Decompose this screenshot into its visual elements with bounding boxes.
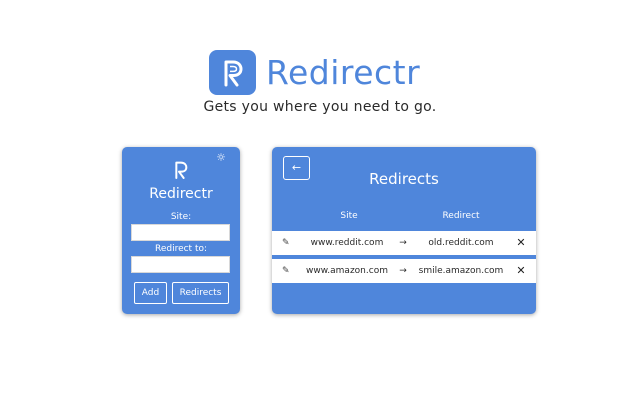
column-header-redirect: Redirect xyxy=(442,211,480,221)
redirects-button[interactable]: Redirects xyxy=(172,282,229,304)
site-cell: www.amazon.com xyxy=(306,266,388,276)
delete-icon[interactable]: ✕ xyxy=(515,259,527,283)
redirect-to-input[interactable] xyxy=(131,256,230,273)
site-input[interactable] xyxy=(131,224,230,241)
popup-title: Redirectr xyxy=(149,186,213,202)
add-button[interactable]: Add xyxy=(134,282,167,304)
redirects-panel: ← Redirects Site Redirect ✎ www.reddit.c… xyxy=(272,147,536,314)
arrow-right-icon: → xyxy=(399,238,407,248)
site-label: Site: xyxy=(170,212,192,222)
delete-icon[interactable]: ✕ xyxy=(515,231,527,255)
table-row: ✎ www.amazon.com → smile.amazon.com ✕ xyxy=(272,259,536,283)
redirectr-r-logo-icon xyxy=(175,161,188,179)
redirect-cell: smile.amazon.com xyxy=(418,266,504,276)
tagline: Gets you where you need to go. xyxy=(203,99,437,115)
logo xyxy=(209,50,256,95)
edit-icon[interactable]: ✎ xyxy=(282,231,294,255)
redirectr-r-logo-icon xyxy=(224,60,242,86)
panel-title: Redirects xyxy=(369,170,439,188)
arrow-right-icon: → xyxy=(399,266,407,276)
edit-icon[interactable]: ✎ xyxy=(282,259,294,283)
extension-popup: ☼ Redirectr Site: Redirect to: Add Redir… xyxy=(122,147,240,314)
app-title: Redirectr xyxy=(266,53,421,92)
settings-icon[interactable]: ☼ xyxy=(214,151,228,165)
popup-logo xyxy=(173,158,189,186)
table-row: ✎ www.reddit.com → old.reddit.com ✕ xyxy=(272,231,536,255)
redirect-to-label: Redirect to: xyxy=(154,244,208,254)
site-cell: www.reddit.com xyxy=(310,238,384,248)
redirect-cell: old.reddit.com xyxy=(428,238,494,248)
column-header-site: Site xyxy=(340,211,358,221)
